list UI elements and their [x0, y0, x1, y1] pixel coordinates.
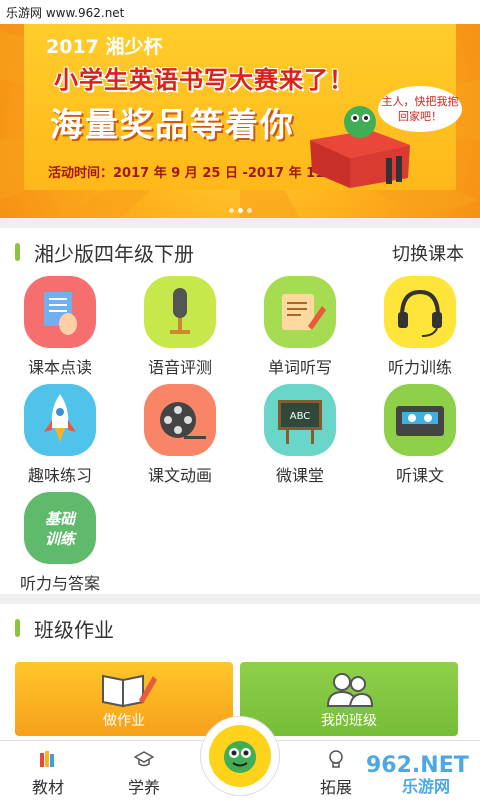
banner-subline: 海量奖品等着你 [50, 105, 295, 144]
section-accent-bar [15, 619, 20, 637]
tab-textbook[interactable]: 教材 [0, 741, 96, 800]
chalkboard-icon: ABC [264, 384, 336, 456]
microphone-icon [144, 276, 216, 348]
feature-word-dictation[interactable]: 单词听写 [240, 276, 360, 384]
my-class-button[interactable]: 我的班级 [240, 662, 458, 736]
center-mascot-button[interactable] [200, 716, 280, 796]
book-touch-icon [24, 276, 96, 348]
open-book-icon [102, 674, 157, 708]
feature-label: 听力训练 [387, 358, 452, 377]
svg-text:基础: 基础 [45, 510, 77, 528]
books-icon [40, 751, 54, 767]
people-icon [326, 673, 374, 707]
switch-book-button[interactable]: 切换课本 [392, 240, 464, 266]
feature-label: 单词听写 [267, 358, 332, 377]
feature-label: 微课堂 [275, 466, 324, 485]
promo-banner[interactable]: 2017 湘少杯 小学生英语书写大赛来了！ 海量奖品等着你 活动时间：2017 … [0, 0, 480, 218]
my-class-label: 我的班级 [321, 713, 377, 729]
feature-fun-practice[interactable]: 趣味练习 [0, 384, 120, 492]
bulb-icon [329, 750, 343, 768]
basic-training-icon: 基础 训练 [24, 492, 96, 564]
dictation-note-icon [264, 276, 336, 348]
svg-text:训练: 训练 [45, 530, 78, 548]
site-watermark-bottom: 962.NET 乐游网 [366, 753, 469, 796]
page-dot [246, 208, 252, 213]
banner-year: 2017 湘少杯 [46, 36, 163, 58]
feature-textbook-reading[interactable]: 课本点读 [0, 276, 120, 384]
feature-listen-text[interactable]: 听课文 [360, 384, 480, 492]
mascot-speech-bubble: 主人，快把我抱回家吧！ [378, 86, 462, 132]
do-homework-label: 做作业 [103, 713, 145, 729]
film-reel-icon [144, 384, 216, 456]
site-watermark-top: 乐游网 www.962.net [0, 0, 480, 24]
cassette-icon [384, 384, 456, 456]
banner-headline: 小学生英语书写大赛来了！ [54, 66, 354, 94]
feature-label: 听力与答案 [19, 574, 100, 593]
feature-voice-evaluation[interactable]: 语音评测 [120, 276, 240, 384]
feature-label: 趣味练习 [27, 466, 92, 485]
svg-text:乐游网: 乐游网 [402, 777, 450, 796]
feature-text-animation[interactable]: 课文动画 [120, 384, 240, 492]
feature-label: 课本点读 [27, 358, 92, 377]
tab-cultivation[interactable]: 学养 [96, 741, 192, 800]
feature-label: 语音评测 [147, 358, 212, 377]
banner-page-dots [0, 208, 480, 213]
headphones-icon [384, 276, 456, 348]
tab-label: 学养 [127, 778, 160, 797]
page-dot-active [237, 208, 243, 213]
section-accent-bar [15, 243, 20, 261]
feature-micro-class[interactable]: ABC 微课堂 [240, 384, 360, 492]
homework-section-header: 班级作业 [0, 604, 480, 650]
page-dot [228, 208, 234, 213]
book-title: 湘少版四年级下册 [34, 242, 194, 266]
feature-listening-answers[interactable]: 基础训练 听力与答案 [0, 492, 120, 600]
feature-label: 课文动画 [147, 466, 212, 485]
feature-listening-training[interactable]: 听力训练 [360, 276, 480, 384]
svg-text:ABC: ABC [290, 411, 311, 422]
tab-label: 教材 [31, 778, 64, 797]
book-section-header: 湘少版四年级下册 切换课本 [0, 228, 480, 274]
svg-text:962.NET: 962.NET [366, 753, 469, 778]
graduation-cap-icon [134, 751, 154, 767]
homework-title: 班级作业 [34, 618, 114, 642]
feature-label: 听课文 [395, 466, 444, 485]
do-homework-button[interactable]: 做作业 [15, 662, 233, 736]
rocket-icon [24, 384, 96, 456]
dragon-mascot-icon [209, 725, 271, 787]
